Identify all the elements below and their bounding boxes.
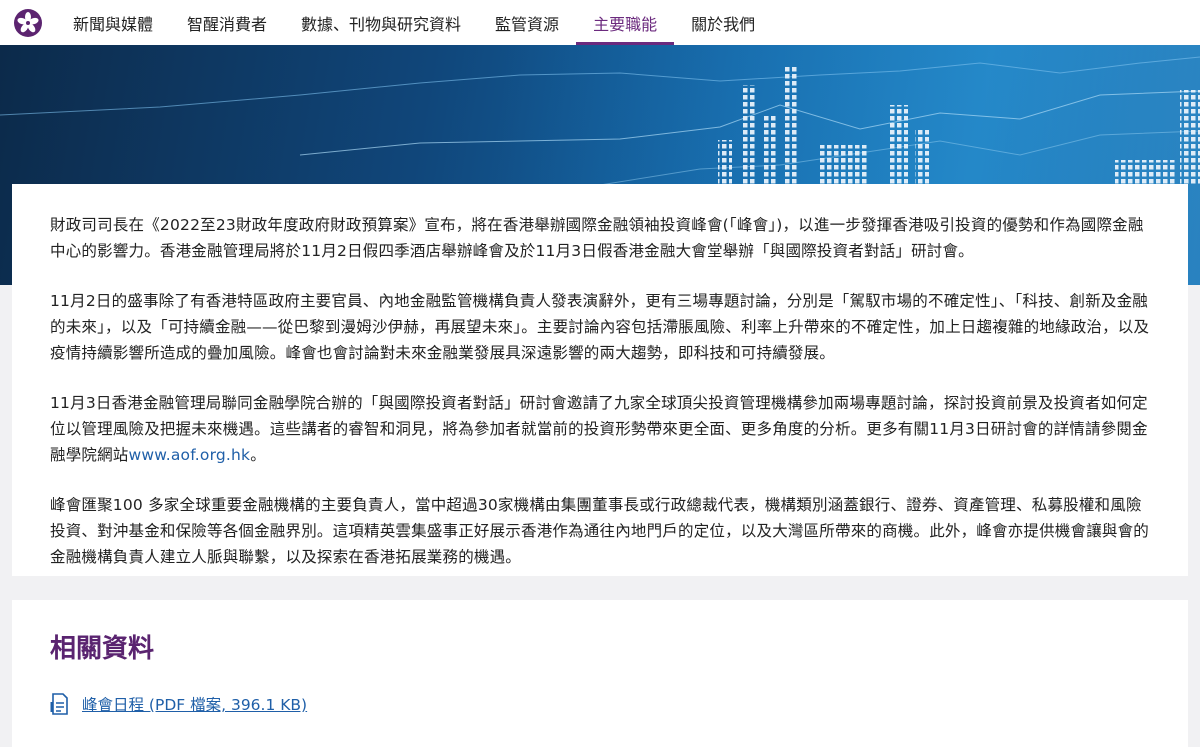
article-card: 財政司司長在《2022至23財政年度政府財政預算案》宣布，將在香港舉辦國際金融領… bbox=[12, 184, 1188, 576]
related-materials-card: 相關資料 峰會日程 (PDF 檔案, 396.1 KB) bbox=[12, 600, 1188, 747]
nav-smart-consumers[interactable]: 智醒消費者 bbox=[170, 0, 284, 45]
related-document-item[interactable]: 峰會日程 (PDF 檔案, 396.1 KB) bbox=[50, 693, 1150, 715]
related-materials-title: 相關資料 bbox=[50, 634, 155, 664]
bauhinia-logo-icon bbox=[14, 8, 42, 37]
top-navigation: 新聞與媒體 智醒消費者 數據、刊物與研究資料 監管資源 主要職能 關於我們 bbox=[0, 0, 1200, 45]
article-paragraph-2: 11月2日的盛事除了有香港特區政府主要官員、內地金融監管機構負責人發表演辭外，更… bbox=[50, 292, 1150, 362]
nav-key-functions[interactable]: 主要職能 bbox=[576, 0, 675, 45]
article-paragraph-3-end: 。 bbox=[250, 446, 266, 464]
hkma-logo[interactable] bbox=[0, 0, 56, 45]
nav-data-publications[interactable]: 數據、刊物與研究資料 bbox=[284, 0, 478, 45]
summit-programme-pdf-link[interactable]: 峰會日程 (PDF 檔案, 396.1 KB) bbox=[82, 693, 307, 715]
article-paragraph-3: 11月3日香港金融管理局聯同金融學院合辦的「與國際投資者對話」研討會邀請了九家全… bbox=[50, 390, 1150, 468]
nav-news-media[interactable]: 新聞與媒體 bbox=[56, 0, 170, 45]
article-paragraph-1: 財政司司長在《2022至23財政年度政府財政預算案》宣布，將在香港舉辦國際金融領… bbox=[50, 216, 1144, 260]
article-paragraph-4: 峰會匯聚100 多家全球重要金融機構的主要負責人，當中超過30家機構由集團董事長… bbox=[50, 496, 1150, 566]
nav-regulatory-resources[interactable]: 監管資源 bbox=[478, 0, 576, 45]
document-icon bbox=[50, 693, 68, 715]
aof-website-link[interactable]: www.aof.org.hk bbox=[129, 446, 251, 464]
nav-about-us[interactable]: 關於我們 bbox=[674, 0, 772, 45]
